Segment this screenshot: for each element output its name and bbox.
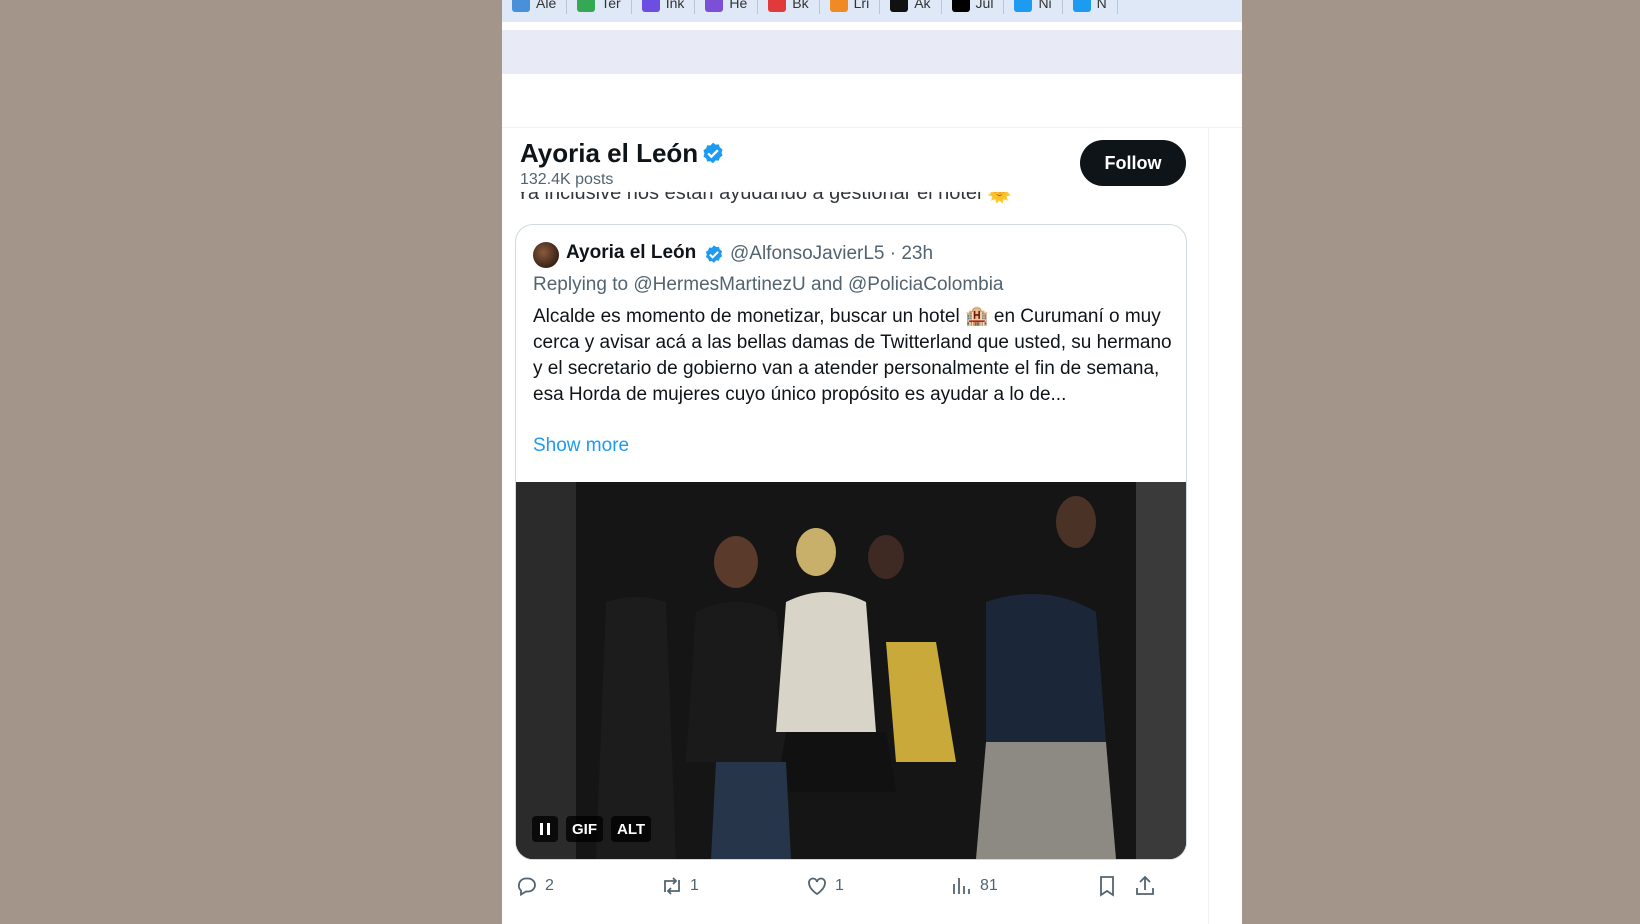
bookmark-favicon-icon — [768, 0, 787, 12]
replying-to: Replying to @HermesMartinezU and @Polici… — [533, 274, 1004, 296]
share-icon — [1136, 875, 1154, 895]
verified-badge-icon — [705, 245, 723, 263]
bookmark-item[interactable]: Jul — [942, 0, 1005, 14]
gif-badge: GIF — [566, 816, 603, 842]
bookmark-button[interactable] — [1095, 874, 1119, 898]
show-more-link[interactable]: Show more — [533, 435, 629, 457]
bookmark-label: He — [729, 0, 748, 11]
avatar[interactable] — [533, 242, 559, 268]
top-banner — [502, 30, 1242, 74]
views-button[interactable]: 81 — [950, 874, 998, 898]
replying-prefix: Replying to — [533, 274, 634, 295]
gif-media[interactable]: GIF ALT — [516, 482, 1186, 859]
bookmark-label: Lri — [853, 0, 870, 11]
view-count: 81 — [980, 877, 998, 894]
bookmark-label: Ter — [601, 0, 621, 11]
bookmark-favicon-icon — [705, 0, 724, 12]
bookmark-favicon-icon — [512, 0, 530, 12]
follow-button[interactable]: Follow — [1080, 140, 1186, 186]
bookmark-label: Ak — [914, 0, 931, 11]
bookmark-label: Ink — [665, 0, 685, 11]
bookmark-item[interactable]: Ak — [880, 0, 942, 14]
bookmark-item[interactable]: Bk — [758, 0, 820, 14]
quoted-tweet[interactable]: Ayoria el León @AlfonsoJavierL5 · 23h Re… — [515, 224, 1187, 860]
bookmark-item[interactable]: He — [695, 0, 759, 14]
bookmark-favicon-icon — [951, 0, 970, 12]
quoted-author-name[interactable]: Ayoria el León — [566, 242, 696, 264]
bookmark-favicon-icon — [641, 0, 660, 12]
bookmark-favicon-icon — [829, 0, 848, 12]
bookmark-item[interactable]: Ter — [567, 0, 632, 14]
quoted-text: Alcalde es momento de monetizar, buscar … — [533, 306, 1172, 405]
repost-icon — [664, 877, 680, 895]
views-chart-icon — [953, 878, 970, 894]
bookmark-item[interactable]: Lri — [820, 0, 881, 14]
post-count: 132.4K posts — [520, 171, 614, 188]
bookmark-label: Ale — [536, 0, 557, 11]
bookmarks-bar: Ale Ter Ink He Bk Lri Ak Jul Ni N — [502, 0, 1242, 22]
bookmark-favicon-icon — [1014, 0, 1033, 12]
heart-icon — [808, 877, 826, 896]
bookmark-item[interactable]: N — [1063, 0, 1118, 14]
profile-header: Ayoria el León 132.4K posts Follow — [502, 128, 1207, 192]
bookmark-label: Bk — [792, 0, 809, 11]
repost-count: 1 — [690, 877, 699, 894]
reply-icon — [518, 877, 536, 897]
bookmark-favicon-icon — [1072, 0, 1091, 12]
reply-user-link[interactable]: @HermesMartinezU — [633, 274, 805, 295]
bookmark-label: Jul — [975, 0, 994, 11]
column-border — [1208, 128, 1209, 924]
reply-count: 2 — [545, 877, 554, 894]
bookmark-icon — [1100, 876, 1114, 897]
bookmark-item[interactable]: Ale — [502, 0, 568, 14]
verified-badge-icon — [703, 142, 723, 164]
replying-and: and — [805, 274, 848, 295]
like-button[interactable]: 1 — [805, 874, 844, 898]
reply-button[interactable]: 2 — [515, 874, 554, 898]
gif-controls: GIF ALT — [532, 816, 652, 842]
quoted-handle-time[interactable]: @AlfonsoJavierL5 · 23h — [730, 243, 933, 265]
reply-user-link[interactable]: @PoliciaColombia — [848, 274, 1004, 295]
browser-window: Ale Ter Ink He Bk Lri Ak Jul Ni N Ya inclusive no… — [502, 0, 1242, 924]
bookmark-item[interactable]: Ni — [1004, 0, 1063, 14]
action-bar: 2 1 1 81 — [515, 874, 1195, 914]
gif-frame-illustration — [516, 482, 1186, 859]
profile-name: Ayoria el León — [520, 138, 699, 168]
like-count: 1 — [835, 877, 844, 894]
share-button[interactable] — [1133, 874, 1157, 898]
pause-icon — [540, 823, 550, 835]
bookmark-favicon-icon — [890, 0, 909, 12]
repost-button[interactable]: 1 — [660, 874, 699, 898]
bookmark-label: N — [1096, 0, 1107, 11]
bookmark-label: Ni — [1038, 0, 1052, 11]
bookmark-item[interactable]: Ink — [632, 0, 696, 14]
pause-button[interactable] — [532, 816, 558, 842]
alt-button[interactable]: ALT — [611, 816, 652, 842]
bookmark-favicon-icon — [577, 0, 596, 12]
